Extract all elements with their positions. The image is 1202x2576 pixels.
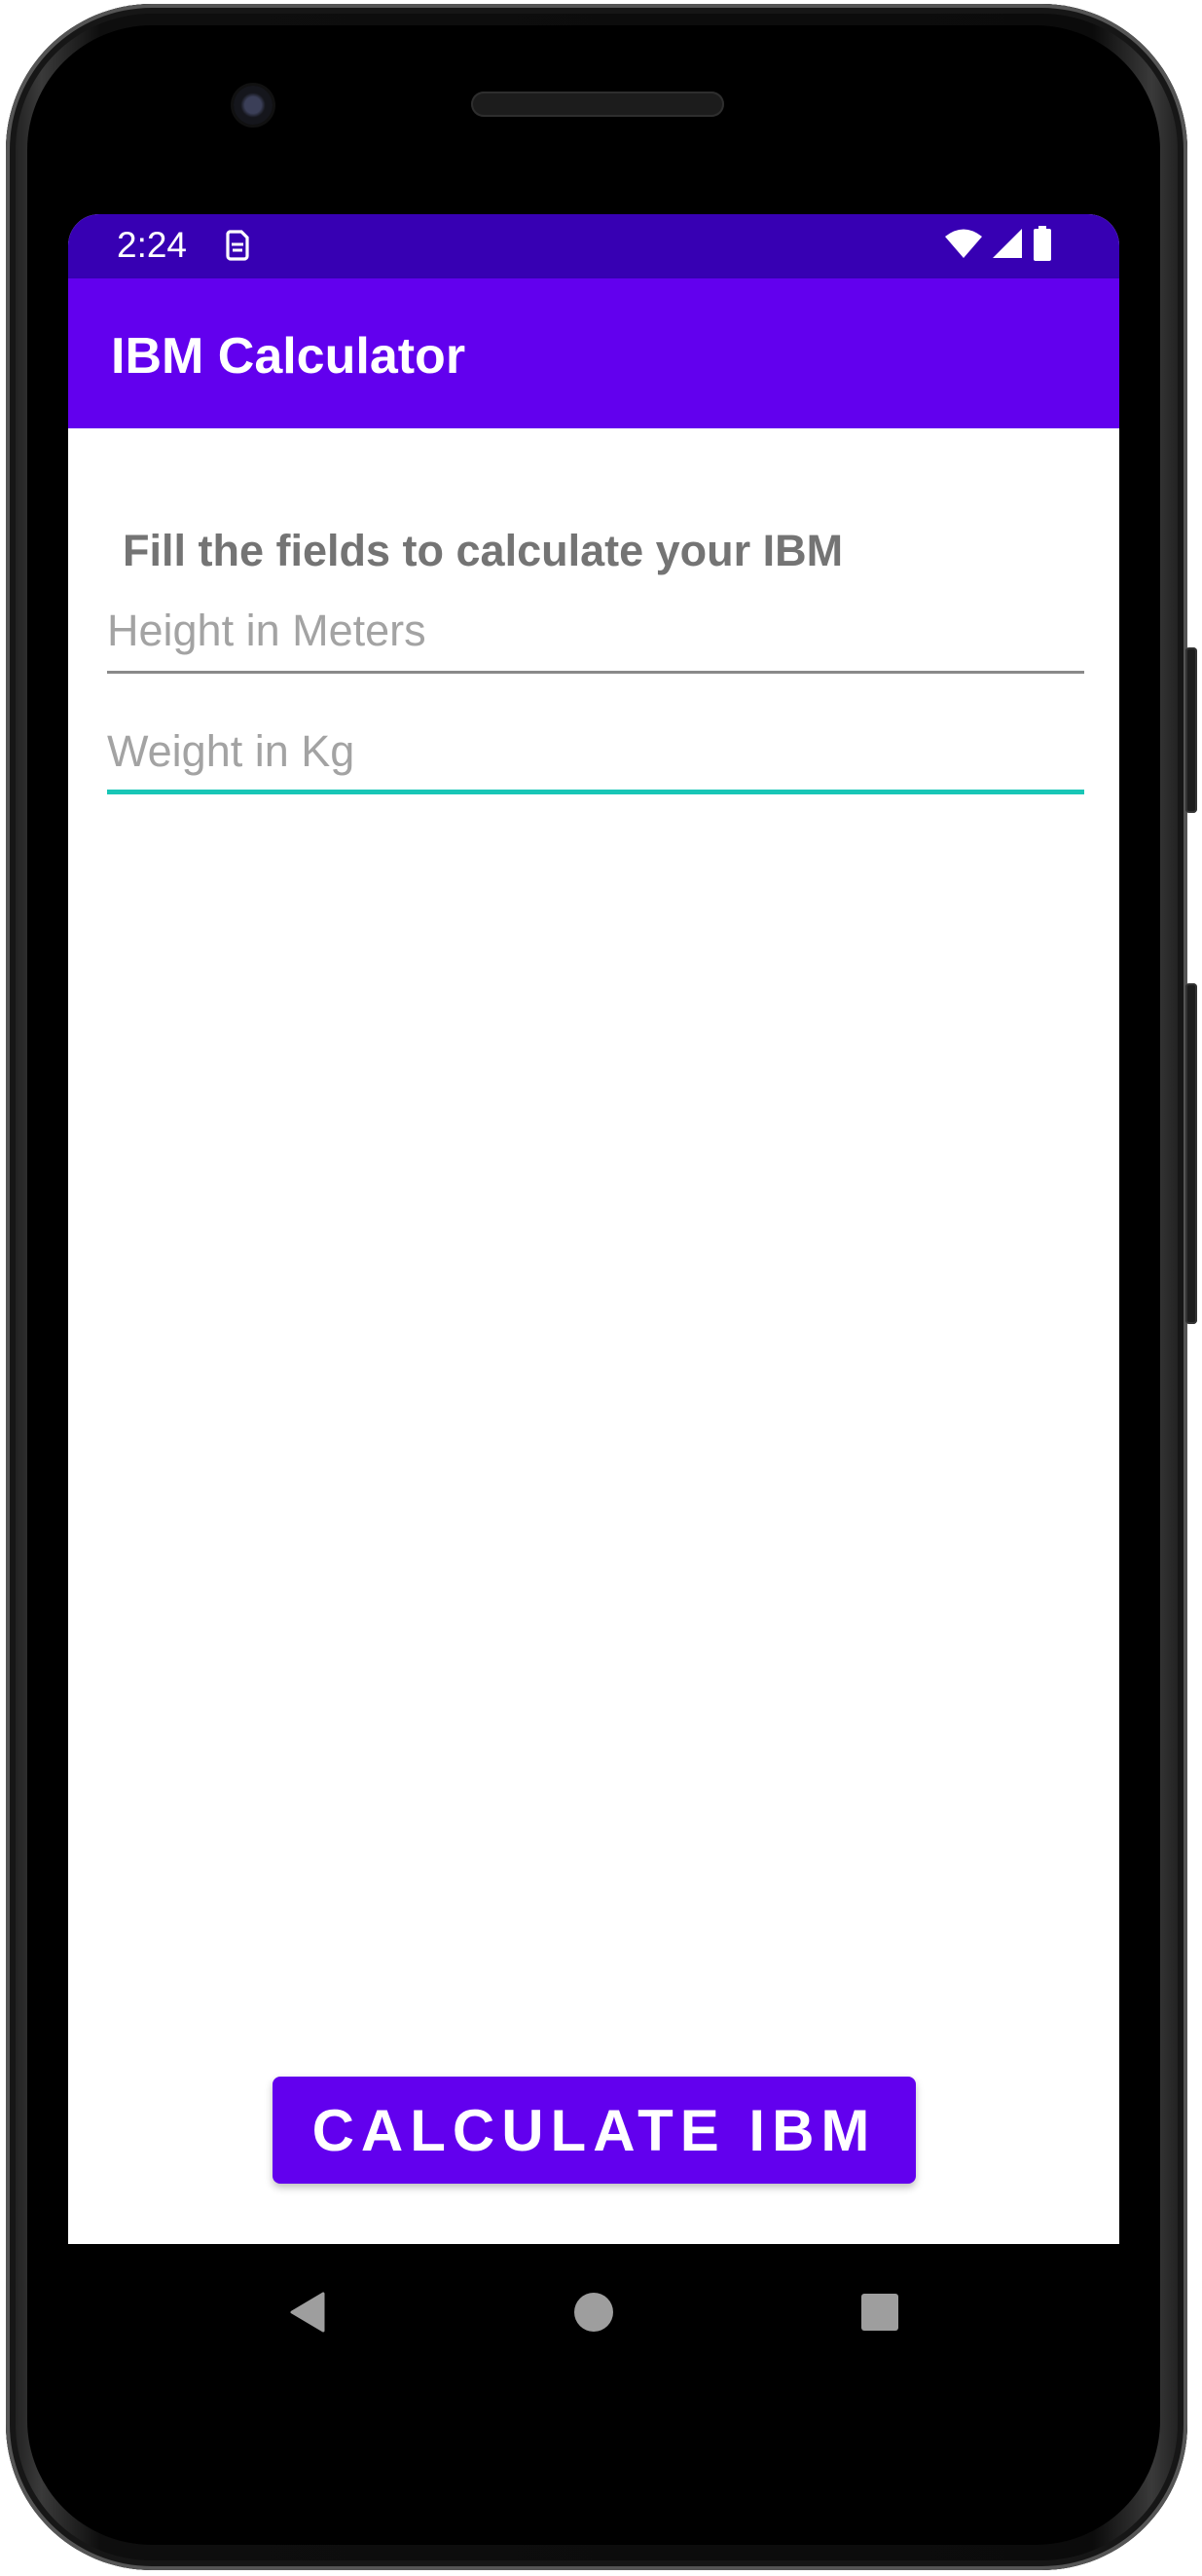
app-title: IBM Calculator bbox=[111, 328, 466, 385]
sim-card-icon bbox=[224, 229, 251, 262]
battery-icon bbox=[1032, 226, 1053, 265]
wifi-icon bbox=[944, 228, 983, 263]
height-field[interactable] bbox=[107, 596, 1084, 674]
cell-signal-icon bbox=[991, 228, 1024, 263]
status-icons bbox=[944, 226, 1053, 265]
instructions-text: Fill the fields to calculate your IBM bbox=[123, 526, 844, 575]
calculate-button[interactable]: CALCULATE IBM bbox=[273, 2077, 916, 2184]
height-field-underline bbox=[107, 671, 1084, 674]
app-bar: IBM Calculator bbox=[68, 278, 1119, 428]
calculate-button-label: CALCULATE IBM bbox=[311, 2097, 877, 2163]
front-camera bbox=[234, 86, 273, 125]
height-input[interactable] bbox=[107, 596, 1084, 666]
main-content: Fill the fields to calculate your IBM CA… bbox=[68, 428, 1119, 2244]
status-time: 2:24 bbox=[117, 225, 188, 265]
navigation-bar bbox=[68, 2244, 1119, 2380]
status-bar: 2:24 bbox=[68, 214, 1119, 278]
phone-device: 2:24 IBM Calculator Fill the fields to c… bbox=[0, 0, 1202, 2576]
weight-field[interactable] bbox=[107, 717, 1084, 794]
home-icon[interactable] bbox=[566, 2285, 621, 2339]
volume-button bbox=[1185, 647, 1197, 813]
back-icon[interactable] bbox=[280, 2285, 335, 2339]
weight-input[interactable] bbox=[107, 717, 1084, 787]
app-screen: 2:24 IBM Calculator Fill the fields to c… bbox=[68, 214, 1119, 2244]
earpiece-speaker bbox=[471, 92, 724, 117]
weight-field-underline bbox=[107, 790, 1084, 794]
power-button bbox=[1185, 983, 1197, 1324]
recents-icon[interactable] bbox=[853, 2285, 907, 2339]
